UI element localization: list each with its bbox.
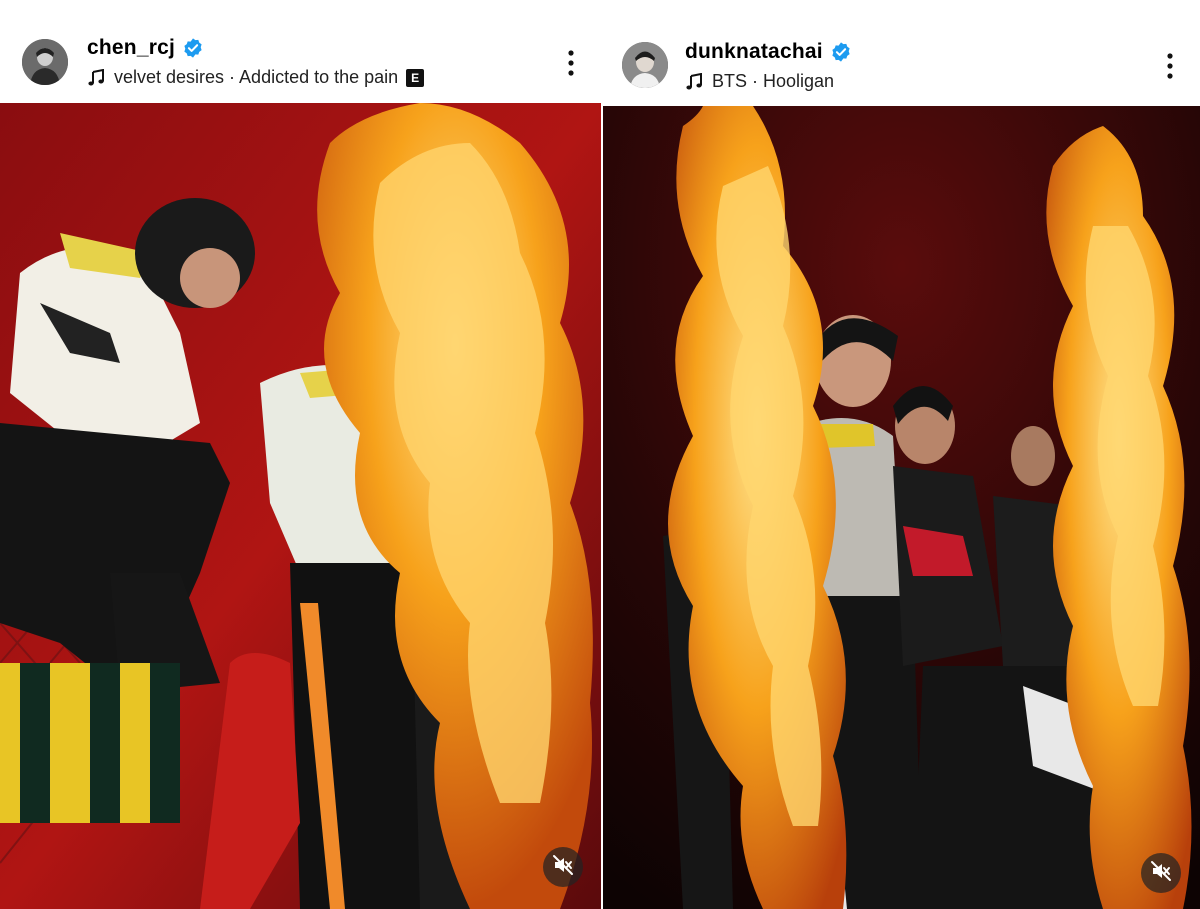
- stage-photo: [0, 103, 601, 909]
- username[interactable]: chen_rcj: [87, 36, 175, 60]
- speaker-muted-icon: [552, 854, 574, 881]
- audio-track[interactable]: velvet desires · Addicted to the pain E: [87, 67, 425, 88]
- verified-badge-icon: [830, 41, 852, 63]
- verified-badge-icon: [182, 37, 204, 59]
- post-card-right: dunknatachai BTS · Hooligan: [603, 0, 1200, 909]
- avatar[interactable]: [22, 39, 68, 85]
- post-media-photo[interactable]: [603, 106, 1200, 909]
- avatar[interactable]: [622, 42, 668, 88]
- username-row: chen_rcj: [87, 36, 204, 60]
- username-row: dunknatachai: [685, 40, 852, 64]
- mute-toggle-button[interactable]: [1141, 853, 1181, 893]
- explicit-badge: E: [406, 68, 425, 87]
- stage-photo: [603, 106, 1200, 909]
- more-options-button[interactable]: [559, 48, 583, 78]
- audio-track[interactable]: BTS · Hooligan: [685, 71, 834, 92]
- audio-track-label: BTS · Hooligan: [712, 71, 835, 91]
- post-header: dunknatachai BTS · Hooligan: [603, 0, 1200, 103]
- mute-toggle-button[interactable]: [543, 847, 583, 887]
- music-note-icon: [87, 68, 105, 87]
- more-options-button[interactable]: [1158, 51, 1182, 81]
- post-card-left: chen_rcj velvet desires · Addicted to th…: [0, 0, 601, 909]
- music-note-icon: [685, 72, 703, 91]
- speaker-muted-icon: [1150, 860, 1172, 887]
- audio-track-label: velvet desires · Addicted to the pain: [114, 67, 399, 87]
- username[interactable]: dunknatachai: [685, 40, 823, 64]
- post-media-photo[interactable]: [0, 103, 601, 909]
- post-header: chen_rcj velvet desires · Addicted to th…: [0, 0, 601, 103]
